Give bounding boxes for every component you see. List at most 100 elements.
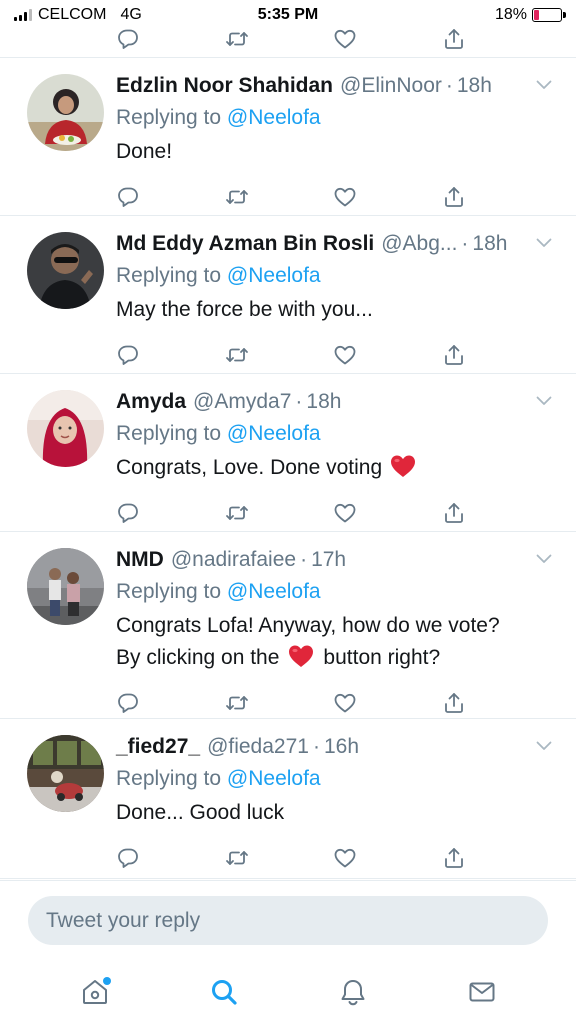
mention-link[interactable]: @Neelofa bbox=[227, 767, 321, 790]
retweet-icon[interactable] bbox=[225, 27, 249, 51]
share-icon[interactable] bbox=[442, 27, 466, 51]
tab-notifications[interactable] bbox=[331, 970, 375, 1014]
new-tweets-dot bbox=[102, 977, 111, 985]
display-name[interactable]: Edzlin Noor Shahidan bbox=[116, 70, 333, 102]
reply-feed: Edzlin Noor Shahidan @ElinNoor · 18h Rep… bbox=[0, 58, 576, 879]
tweet-actions bbox=[116, 835, 466, 881]
replying-to: Replying to @Neelofa bbox=[116, 763, 576, 795]
avatar[interactable] bbox=[27, 74, 104, 151]
retweet-icon[interactable] bbox=[225, 691, 249, 715]
tweet-header: Md Eddy Azman Bin Rosli @Abg... · 18h bbox=[116, 228, 576, 260]
battery-level bbox=[534, 10, 539, 20]
tweet-text: May the force be with you... bbox=[116, 298, 373, 321]
tweet-header: Edzlin Noor Shahidan @ElinNoor · 18h bbox=[116, 70, 576, 102]
tweet[interactable]: Edzlin Noor Shahidan @ElinNoor · 18h Rep… bbox=[0, 58, 576, 216]
replying-label: Replying to bbox=[116, 422, 222, 445]
display-name[interactable]: NMD bbox=[116, 544, 164, 576]
mention-link[interactable]: @Neelofa bbox=[227, 106, 321, 129]
reply-icon[interactable] bbox=[116, 846, 140, 870]
tweet-reply-input[interactable] bbox=[28, 896, 548, 945]
reply-icon[interactable] bbox=[116, 27, 140, 51]
tweet-actions bbox=[116, 490, 466, 536]
like-icon[interactable] bbox=[333, 343, 357, 367]
username[interactable]: @Amyda7 bbox=[193, 386, 291, 418]
replying-label: Replying to bbox=[116, 580, 222, 603]
share-icon[interactable] bbox=[442, 185, 466, 209]
separator-dot: · bbox=[445, 74, 453, 97]
chevron-down-icon[interactable] bbox=[536, 238, 552, 248]
tweet[interactable]: Md Eddy Azman Bin Rosli @Abg... · 18h Re… bbox=[0, 216, 576, 374]
tweet-header: _fied27_ @fieda271 · 16h bbox=[116, 731, 576, 763]
tab-home[interactable] bbox=[73, 970, 117, 1014]
display-name[interactable]: _fied27_ bbox=[116, 731, 200, 763]
timestamp[interactable]: 16h bbox=[324, 731, 359, 763]
username[interactable]: @nadirafaiee bbox=[171, 544, 296, 576]
chevron-down-icon[interactable] bbox=[536, 554, 552, 564]
tab-bar bbox=[0, 960, 576, 1024]
timestamp[interactable]: 18h bbox=[457, 70, 492, 102]
retweet-icon[interactable] bbox=[225, 501, 249, 525]
share-icon[interactable] bbox=[442, 846, 466, 870]
tweet[interactable]: NMD @nadirafaiee · 17h Replying to @Neel… bbox=[0, 532, 576, 719]
tab-search[interactable] bbox=[202, 970, 246, 1014]
display-name[interactable]: Md Eddy Azman Bin Rosli bbox=[116, 228, 374, 260]
tweet-text: Done! bbox=[116, 140, 173, 163]
username[interactable]: @Abg... bbox=[381, 228, 457, 260]
tweet-header: NMD @nadirafaiee · 17h bbox=[116, 544, 576, 576]
tweet-text: Congrats, Love. Done voting bbox=[116, 452, 576, 484]
replying-label: Replying to bbox=[116, 106, 222, 129]
tweet-text-part: Congrats, Love. Done voting bbox=[116, 456, 383, 479]
replying-to: Replying to @Neelofa bbox=[116, 260, 576, 292]
replying-label: Replying to bbox=[116, 767, 222, 790]
red-heart-emoji-icon bbox=[288, 644, 314, 668]
share-icon[interactable] bbox=[442, 691, 466, 715]
separator-dot: · bbox=[295, 390, 303, 413]
like-icon[interactable] bbox=[333, 846, 357, 870]
share-icon[interactable] bbox=[442, 343, 466, 367]
avatar[interactable] bbox=[27, 390, 104, 467]
messages-icon bbox=[469, 982, 494, 1002]
retweet-icon[interactable] bbox=[225, 185, 249, 209]
timestamp[interactable]: 18h bbox=[472, 228, 507, 260]
timestamp[interactable]: 18h bbox=[306, 386, 341, 418]
separator-dot: · bbox=[461, 232, 469, 255]
tweet[interactable]: Amyda @Amyda7 · 18h Replying to @Neelofa… bbox=[0, 374, 576, 532]
tab-messages[interactable] bbox=[460, 970, 504, 1014]
chevron-down-icon[interactable] bbox=[536, 80, 552, 90]
tweet-actions bbox=[116, 22, 466, 58]
previous-tweet-actions bbox=[0, 22, 576, 58]
reply-icon[interactable] bbox=[116, 185, 140, 209]
mention-link[interactable]: @Neelofa bbox=[227, 264, 321, 287]
replying-label: Replying to bbox=[116, 264, 222, 287]
reply-icon[interactable] bbox=[116, 501, 140, 525]
tweet-text: Congrats Lofa! Anyway, how do we vote? B… bbox=[116, 610, 576, 674]
retweet-icon[interactable] bbox=[225, 846, 249, 870]
tweet-text: Done... Good luck bbox=[116, 801, 285, 824]
like-icon[interactable] bbox=[333, 27, 357, 51]
like-icon[interactable] bbox=[333, 185, 357, 209]
mention-link[interactable]: @Neelofa bbox=[227, 580, 321, 603]
reply-icon[interactable] bbox=[116, 691, 140, 715]
like-icon[interactable] bbox=[333, 691, 357, 715]
tweet-text-line: Congrats Lofa! Anyway, how do we vote? bbox=[116, 614, 500, 637]
avatar[interactable] bbox=[27, 548, 104, 625]
retweet-icon[interactable] bbox=[225, 343, 249, 367]
tweet[interactable]: _fied27_ @fieda271 · 16h Replying to @Ne… bbox=[0, 719, 576, 879]
chevron-down-icon[interactable] bbox=[536, 396, 552, 406]
avatar[interactable] bbox=[27, 232, 104, 309]
timestamp[interactable]: 17h bbox=[311, 544, 346, 576]
share-icon[interactable] bbox=[442, 501, 466, 525]
replying-to: Replying to @Neelofa bbox=[116, 418, 576, 450]
mention-link[interactable]: @Neelofa bbox=[227, 422, 321, 445]
username[interactable]: @fieda271 bbox=[207, 731, 309, 763]
chevron-down-icon[interactable] bbox=[536, 741, 552, 751]
like-icon[interactable] bbox=[333, 501, 357, 525]
replying-to: Replying to @Neelofa bbox=[116, 102, 576, 134]
notifications-icon bbox=[341, 980, 364, 1006]
tweet-text-line: By clicking on the button right? bbox=[116, 642, 576, 674]
username[interactable]: @ElinNoor bbox=[340, 70, 442, 102]
reply-icon[interactable] bbox=[116, 343, 140, 367]
separator-dot: · bbox=[300, 548, 308, 571]
avatar[interactable] bbox=[27, 735, 104, 812]
display-name[interactable]: Amyda bbox=[116, 386, 186, 418]
